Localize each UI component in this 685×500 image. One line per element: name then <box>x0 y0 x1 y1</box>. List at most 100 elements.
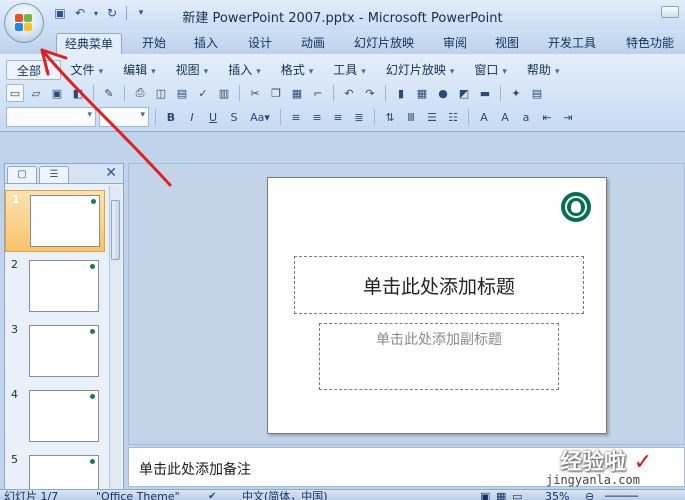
language-indicator[interactable]: 中文(简体，中国) <box>242 490 328 500</box>
save-icon[interactable]: ▣ <box>48 84 66 102</box>
increase-indent-icon[interactable]: ⇥ <box>559 108 577 126</box>
slide-thumbnails: 1 2 3 4 5 <box>5 186 109 492</box>
redo-icon[interactable]: ↷ <box>361 84 379 102</box>
menu-view[interactable]: 视图 <box>166 60 219 80</box>
toolbar-separator <box>385 85 386 101</box>
subtitle-placeholder[interactable]: 单击此处添加副标题 <box>319 323 559 390</box>
thumbnail-image <box>29 260 99 312</box>
zoom-level[interactable]: 35% <box>545 490 569 500</box>
scrollbar-thumb[interactable] <box>111 200 120 260</box>
table-icon[interactable]: ▦ <box>413 84 431 102</box>
slide-number: 4 <box>11 388 18 401</box>
menu-insert[interactable]: 插入 <box>218 60 271 80</box>
shrink-font-icon[interactable]: a <box>517 108 535 126</box>
minimize-button[interactable] <box>661 6 679 18</box>
thumbnails-scrollbar[interactable] <box>109 186 121 492</box>
tab-developer[interactable]: 开发工具 <box>540 33 604 54</box>
translate-icon[interactable]: ▥ <box>215 84 233 102</box>
tab-slideshow[interactable]: 幻灯片放映 <box>346 33 422 54</box>
current-slide[interactable]: 单击此处添加标题 单击此处添加副标题 <box>267 177 607 434</box>
menu-tools[interactable]: 工具 <box>323 60 376 80</box>
align-right-icon[interactable]: ≡ <box>329 108 347 126</box>
new-slide-icon[interactable]: ✦ <box>507 84 525 102</box>
slide-thumbnail[interactable]: 2 <box>5 256 105 318</box>
copy-icon[interactable]: ❐ <box>267 84 285 102</box>
ribbon-tab-row: 经典菜单 开始 插入 设计 动画 幻灯片放映 审阅 视图 开发工具 特色功能 <box>0 30 685 54</box>
tab-review[interactable]: 审阅 <box>435 33 475 54</box>
align-center-icon[interactable]: ≡ <box>308 108 326 126</box>
menu-help[interactable]: 帮助 <box>517 60 570 80</box>
slide-thumbnail[interactable]: 3 <box>5 321 105 383</box>
close-icon[interactable]: ✕ <box>105 165 117 181</box>
normal-view-icon[interactable]: ▣ <box>480 490 490 500</box>
research-icon[interactable]: ▤ <box>173 84 191 102</box>
outline-tab[interactable]: ☰ <box>39 166 69 183</box>
menu-format[interactable]: 格式 <box>271 60 324 80</box>
text-direction-icon[interactable]: ⇅ <box>381 108 399 126</box>
change-case-icon[interactable]: Aa▾ <box>246 108 274 126</box>
format-painter-icon[interactable]: ⌐ <box>309 84 327 102</box>
tab-classic-menu[interactable]: 经典菜单 <box>56 33 123 54</box>
slideshow-view-icon[interactable]: ▭ <box>512 490 522 500</box>
layout-icon[interactable]: ▤ <box>528 84 546 102</box>
color-icon[interactable]: ▬ <box>476 84 494 102</box>
justify-icon[interactable]: ≣ <box>350 108 368 126</box>
tab-features[interactable]: 特色功能 <box>618 33 682 54</box>
menu-all[interactable]: 全部 <box>6 60 61 80</box>
columns-icon[interactable]: Ⅲ <box>402 108 420 126</box>
thumbnail-image <box>29 390 99 442</box>
menu-window[interactable]: 窗口 <box>464 60 517 80</box>
title-bar: ▣ ↶ ▾ ↻ ▾ 新建 PowerPoint 2007.pptx - Micr… <box>0 0 685 30</box>
font-size-dropdown[interactable] <box>99 107 149 127</box>
print-icon[interactable]: ⎙ <box>131 84 149 102</box>
tab-home[interactable]: 开始 <box>134 33 174 54</box>
slide-thumbnail[interactable]: 4 <box>5 386 105 448</box>
italic-icon[interactable]: I <box>183 108 201 126</box>
slide-sorter-icon[interactable]: ▦ <box>496 490 506 500</box>
title-placeholder[interactable]: 单击此处添加标题 <box>294 256 584 314</box>
starbucks-logo-icon <box>561 192 591 222</box>
theme-name[interactable]: "Office Theme" <box>96 490 180 500</box>
bullets-icon[interactable]: ☰ <box>423 108 441 126</box>
spelling-check-icon[interactable]: ✔ <box>208 491 216 500</box>
menu-file[interactable]: 文件 <box>61 60 114 80</box>
print-preview-icon[interactable]: ◫ <box>152 84 170 102</box>
watermark-url: jingyanla.com <box>546 473 640 487</box>
notes-placeholder[interactable]: 单击此处添加备注 <box>139 459 251 479</box>
slide-thumbnail[interactable]: 1 <box>5 190 105 252</box>
tab-view[interactable]: 视图 <box>487 33 527 54</box>
menu-edit[interactable]: 编辑 <box>113 60 166 80</box>
open-icon[interactable]: ▱ <box>27 84 45 102</box>
tab-design[interactable]: 设计 <box>240 33 280 54</box>
paste-icon[interactable]: ▦ <box>288 84 306 102</box>
zoom-out-icon[interactable]: ⊖ <box>585 490 594 500</box>
spell-check-icon[interactable]: ✎ <box>100 84 118 102</box>
abc-icon[interactable]: ✓ <box>194 84 212 102</box>
grow-font-icon[interactable]: A <box>496 108 514 126</box>
align-left-icon[interactable]: ≡ <box>287 108 305 126</box>
new-icon[interactable]: ▭ <box>6 84 24 102</box>
slide-thumbnail[interactable]: 5 <box>5 451 105 492</box>
menu-slideshow[interactable]: 幻灯片放映 <box>376 60 465 80</box>
thumbnail-image <box>29 325 99 377</box>
numbering-icon[interactable]: ☷ <box>444 108 462 126</box>
classic-menu-bar: 全部 文件 编辑 视图 插入 格式 工具 幻灯片放映 窗口 帮助 <box>6 60 569 80</box>
picture-icon[interactable]: ◩ <box>455 84 473 102</box>
bold-icon[interactable]: B <box>162 108 180 126</box>
tab-insert[interactable]: 插入 <box>186 33 226 54</box>
cut-icon[interactable]: ✂ <box>246 84 264 102</box>
decrease-indent-icon[interactable]: ⇤ <box>538 108 556 126</box>
chart-icon[interactable]: ▮ <box>392 84 410 102</box>
clipart-icon[interactable]: ● <box>434 84 452 102</box>
font-dropdown[interactable] <box>6 107 96 127</box>
undo-icon[interactable]: ↶ <box>340 84 358 102</box>
shadow-icon[interactable]: S <box>225 108 243 126</box>
slides-tab[interactable]: ▢ <box>7 166 37 183</box>
zoom-slider[interactable]: ───── <box>605 490 638 500</box>
toolbar-separator <box>468 109 469 125</box>
office-button[interactable] <box>4 3 44 43</box>
underline-icon[interactable]: U <box>204 108 222 126</box>
tab-animation[interactable]: 动画 <box>293 33 333 54</box>
permission-icon[interactable]: ◧ <box>69 84 87 102</box>
font-color-icon[interactable]: A <box>475 108 493 126</box>
